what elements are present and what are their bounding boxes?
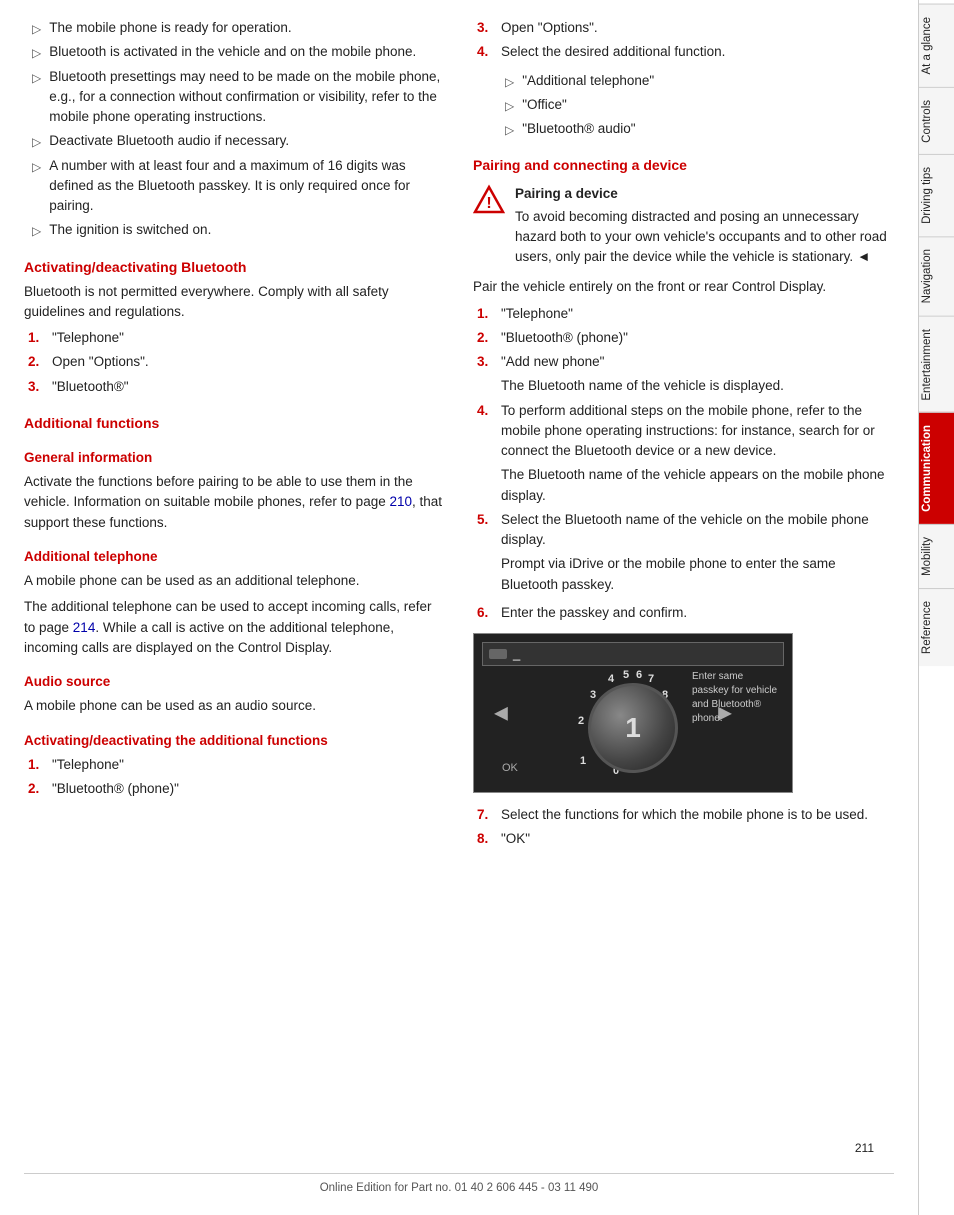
sub1-heading: General information [24, 448, 445, 468]
sub2-text1: A mobile phone can be used as an additio… [24, 571, 445, 591]
sub-bullet-item: ▷ "Office" [497, 95, 894, 115]
sidebar-tab-communication[interactable]: Communication [919, 412, 954, 524]
cursor: _ [513, 644, 520, 664]
svg-text:!: ! [486, 195, 491, 212]
step-item: 4. To perform additional steps on the mo… [473, 401, 894, 462]
num-1: 1 [580, 753, 586, 770]
step-item: 8. "OK" [473, 829, 894, 849]
bullet-arrow-icon: ▷ [32, 20, 41, 38]
sub4-heading: Activating/deactivating the additional f… [24, 731, 445, 751]
num-4: 4 [608, 671, 614, 688]
passkey-image: _ 5 6 4 7 3 8 2 9 1 0 [473, 633, 793, 793]
sidebar-tab-mobility[interactable]: Mobility [919, 524, 954, 588]
step-item: 2. Open "Options". [24, 352, 445, 372]
bullet-arrow-icon: ▷ [32, 44, 41, 62]
sidebar-tab-driving-tips[interactable]: Driving tips [919, 154, 954, 236]
bullet-arrow-icon: ▷ [505, 121, 514, 139]
num-3: 3 [590, 687, 596, 704]
sub-bullets: ▷ "Additional telephone" ▷ "Office" ▷ "B… [497, 71, 894, 140]
sub-bullet-item: ▷ "Additional telephone" [497, 71, 894, 91]
step-item: 3. Open "Options". [473, 18, 894, 38]
bullet-arrow-icon: ▷ [32, 133, 41, 151]
idrive-knob: 1 [588, 683, 678, 773]
main-content: ▷ The mobile phone is ready for operatio… [0, 0, 918, 1215]
knob-center-num: 1 [625, 707, 641, 749]
section1-heading: Activating/deactivating Bluetooth [24, 257, 445, 278]
sub3-text: A mobile phone can be used as an audio s… [24, 696, 445, 716]
step6-list: 6. Enter the passkey and confirm. [473, 603, 894, 623]
warning-box: ! Pairing a device To avoid becoming dis… [473, 184, 894, 267]
bullet-item: ▷ Bluetooth presettings may need to be m… [24, 67, 445, 128]
bullet-arrow-icon: ▷ [32, 69, 41, 128]
bullet-item: ▷ The mobile phone is ready for operatio… [24, 18, 445, 38]
sub2-text2: The additional telephone can be used to … [24, 597, 445, 658]
sidebar-tab-navigation[interactable]: Navigation [919, 236, 954, 315]
left-arrow-icon: ◀ [494, 700, 508, 727]
bullet-item: ▷ The ignition is switched on. [24, 220, 445, 240]
sidebar-tab-entertainment[interactable]: Entertainment [919, 316, 954, 413]
idrive-knob-container: 5 6 4 7 3 8 2 9 1 0 1 [568, 663, 698, 793]
sub-bullet-item: ▷ "Bluetooth® audio" [497, 119, 894, 139]
step-item: 2. "Bluetooth® (phone)" [24, 779, 445, 799]
page-link-210[interactable]: 210 [389, 494, 412, 509]
step-item: 1. "Telephone" [24, 328, 445, 348]
section2-heading: Additional functions [24, 413, 445, 434]
step-indent: The Bluetooth name of the vehicle appear… [473, 465, 894, 506]
left-column: ▷ The mobile phone is ready for operatio… [24, 18, 445, 1139]
warning-text-block: Pairing a device To avoid becoming distr… [515, 184, 894, 267]
right-column: 3. Open "Options". 4. Select the desired… [473, 18, 894, 1139]
pair-text: Pair the vehicle entirely on the front o… [473, 277, 894, 297]
bottom-steps: 7. Select the functions for which the mo… [473, 805, 894, 850]
step-item: 3. "Add new phone" [473, 352, 894, 372]
bullet-item: ▷ Deactivate Bluetooth audio if necessar… [24, 131, 445, 151]
step-item: 1. "Telephone" [473, 304, 894, 324]
sidebar: At a glance Controls Driving tips Naviga… [918, 0, 954, 1215]
bullet-item: ▷ A number with at least four and a maxi… [24, 156, 445, 217]
warning-suffix: ◄ [857, 249, 870, 264]
intro-bullets: ▷ The mobile phone is ready for operatio… [24, 18, 445, 241]
bullet-item: ▷ Bluetooth is activated in the vehicle … [24, 42, 445, 62]
num-2: 2 [578, 713, 584, 730]
step-item: 2. "Bluetooth® (phone)" [473, 328, 894, 348]
pairing-heading: Pairing and connecting a device [473, 155, 894, 176]
num-5: 5 [623, 667, 629, 684]
section1-intro: Bluetooth is not permitted everywhere. C… [24, 282, 445, 323]
sidebar-tab-reference[interactable]: Reference [919, 588, 954, 666]
screen-indicator [489, 649, 507, 659]
step-indent: The Bluetooth name of the vehicle is dis… [473, 376, 894, 396]
bullet-arrow-icon: ▷ [32, 158, 41, 217]
step-indent: Prompt via iDrive or the mobile phone to… [473, 554, 894, 595]
section1-steps: 1. "Telephone" 2. Open "Options". 3. "Bl… [24, 328, 445, 397]
sub4-steps: 1. "Telephone" 2. "Bluetooth® (phone)" [24, 755, 445, 800]
bullet-arrow-icon: ▷ [505, 73, 514, 91]
bullet-arrow-icon: ▷ [32, 222, 41, 240]
step-item: 4. Select the desired additional functio… [473, 42, 894, 62]
step-item: 3. "Bluetooth®" [24, 377, 445, 397]
step-item: 1. "Telephone" [24, 755, 445, 775]
warning-triangle-icon: ! [473, 184, 505, 216]
page-number: 211 [24, 1139, 894, 1157]
step-item: 6. Enter the passkey and confirm. [473, 603, 894, 623]
sub3-heading: Audio source [24, 672, 445, 692]
passkey-label-text: Enter same passkey for vehicle and Bluet… [692, 670, 782, 726]
ok-label: OK [502, 760, 518, 777]
sub1-text: Activate the functions before pairing to… [24, 472, 445, 533]
warning-body: To avoid becoming distracted and posing … [515, 209, 887, 265]
online-edition-text: Online Edition for Part no. 01 40 2 606 … [320, 1182, 599, 1194]
bullet-arrow-icon: ▷ [505, 97, 514, 115]
step-item: 7. Select the functions for which the mo… [473, 805, 894, 825]
page-link-214[interactable]: 214 [73, 620, 96, 635]
sub2-heading: Additional telephone [24, 547, 445, 567]
right-top-steps: 3. Open "Options". 4. Select the desired… [473, 18, 894, 63]
warning-title: Pairing a device [515, 184, 894, 204]
pairing-steps: 1. "Telephone" 2. "Bluetooth® (phone)" 3… [473, 304, 894, 595]
sidebar-tab-controls[interactable]: Controls [919, 87, 954, 155]
sidebar-tab-at-a-glance[interactable]: At a glance [919, 4, 954, 87]
footer: Online Edition for Part no. 01 40 2 606 … [24, 1173, 894, 1197]
step-item: 5. Select the Bluetooth name of the vehi… [473, 510, 894, 551]
num-6: 6 [636, 667, 642, 684]
